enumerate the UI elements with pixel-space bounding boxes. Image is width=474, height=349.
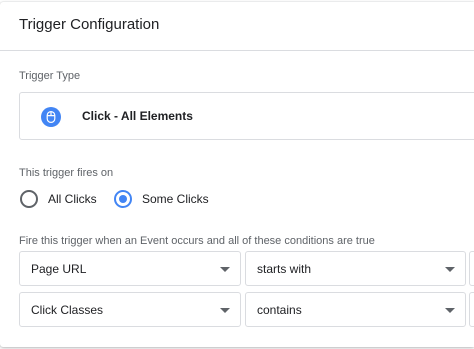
- conditions-label: Fire this trigger when an Event occurs a…: [19, 235, 375, 247]
- condition-2-variable-value: Click Classes: [31, 303, 104, 317]
- radio-some-clicks[interactable]: Some Clicks: [114, 189, 209, 209]
- page-title: Trigger Configuration: [19, 16, 160, 33]
- radio-all-clicks[interactable]: All Clicks: [20, 189, 97, 209]
- condition-1-variable-select[interactable]: Page URL: [19, 251, 241, 286]
- mouse-icon: [41, 107, 61, 127]
- trigger-type-label: Trigger Type: [19, 70, 81, 82]
- condition-1-value-input[interactable]: [469, 251, 474, 286]
- condition-1-variable-value: Page URL: [31, 262, 87, 276]
- condition-2-value-input[interactable]: [469, 292, 474, 327]
- card-header: Trigger Configuration: [0, 2, 474, 51]
- trigger-type-value: Click - All Elements: [82, 109, 193, 123]
- radio-label-all-clicks: All Clicks: [48, 192, 97, 206]
- condition-1-operator-select[interactable]: starts with: [245, 251, 466, 286]
- trigger-type-selector[interactable]: Click - All Elements: [19, 92, 474, 140]
- condition-2-variable-select[interactable]: Click Classes: [19, 292, 241, 327]
- fires-on-label: This trigger fires on: [19, 167, 114, 179]
- radio-label-some-clicks: Some Clicks: [142, 192, 209, 206]
- radio-button-selected[interactable]: [114, 190, 132, 208]
- dropdown-arrow-icon: [445, 267, 455, 272]
- condition-2-operator-value: contains: [257, 303, 302, 317]
- dropdown-arrow-icon: [445, 308, 455, 313]
- condition-2-operator-select[interactable]: contains: [245, 292, 466, 327]
- dropdown-arrow-icon: [220, 267, 230, 272]
- radio-button-unselected[interactable]: [20, 190, 38, 208]
- condition-1-operator-value: starts with: [257, 262, 312, 276]
- trigger-configuration-card: Trigger Configuration Trigger Type Click…: [0, 2, 474, 347]
- dropdown-arrow-icon: [220, 308, 230, 313]
